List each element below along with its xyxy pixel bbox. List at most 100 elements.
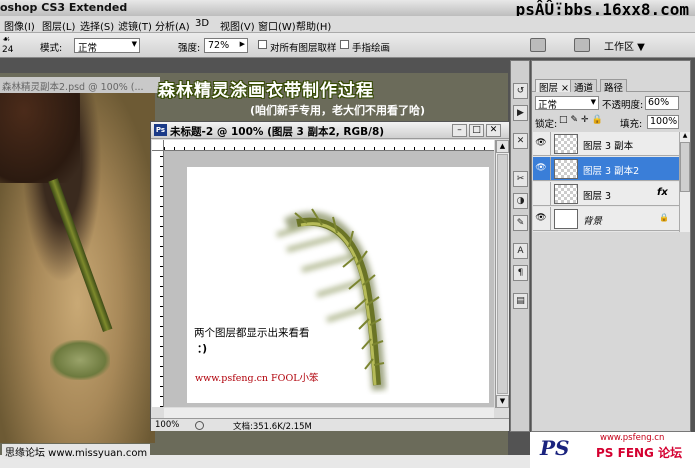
- footer-site-name: PS FENG 论坛: [596, 446, 683, 460]
- lock-label: 锁定:: [535, 119, 558, 130]
- canvas-smiley: ：): [197, 343, 208, 355]
- info-icon[interactable]: ◑: [513, 193, 528, 209]
- ruler-corner: [152, 140, 164, 151]
- strength-input[interactable]: 72% ▶: [204, 38, 248, 53]
- panel-dock-strip: ↺ ▶ ✕ ✂ ◑ ✎ A ¶ ▤: [510, 60, 530, 432]
- chevron-down-icon: ▼: [131, 40, 137, 48]
- tab-channels[interactable]: 通道: [570, 79, 598, 94]
- feather-sash-image: [276, 208, 386, 391]
- menu-view[interactable]: 视图(V): [220, 18, 255, 33]
- minimize-button[interactable]: –: [452, 124, 467, 137]
- sample-all-label: 对所有图层取样: [270, 43, 337, 54]
- blend-mode-value: 正常: [538, 100, 558, 111]
- menu-3d[interactable]: 3D: [195, 18, 209, 29]
- eye-icon[interactable]: 👁: [535, 163, 547, 174]
- menu-layer[interactable]: 图层(L): [42, 18, 75, 33]
- layer-thumbnail: [554, 159, 578, 179]
- banner-title: 森林精灵涂画衣带制作过程: [158, 81, 374, 101]
- layer-thumbnail: [554, 209, 578, 229]
- layer-comps-icon[interactable]: ▤: [513, 293, 528, 309]
- footer-url: www.psfeng.cn: [600, 433, 665, 443]
- layer-name: 图层 3 副本: [583, 141, 634, 152]
- eye-icon[interactable]: 👁: [535, 138, 547, 149]
- layer-row[interactable]: 👁 背景 🔒: [533, 207, 679, 231]
- finger-paint-label: 手指绘画: [352, 43, 391, 54]
- layer-row[interactable]: 图层 3 fx: [533, 182, 679, 206]
- menu-image[interactable]: 图像(I): [4, 18, 35, 33]
- horizontal-ruler[interactable]: [164, 140, 494, 151]
- brush-size: 24: [2, 45, 14, 55]
- background-document-title[interactable]: 森林精灵副本2.psd @ 100% (...: [0, 77, 160, 93]
- mode-select[interactable]: 正常 ▼: [74, 38, 140, 54]
- mode-label: 模式:: [40, 43, 63, 54]
- document-window: Ps 未标题-2 @ 100% (图层 3 副本2, RGB/8) – □ ✕: [150, 121, 510, 432]
- status-icon[interactable]: [195, 421, 204, 430]
- mode-value: 正常: [78, 43, 98, 54]
- menu-bar: 图像(I) 图层(L) 选择(S) 滤镜(T) 分析(A) 3D 视图(V) 窗…: [0, 16, 695, 33]
- tool-presets-icon[interactable]: ✕: [513, 133, 528, 149]
- menu-help[interactable]: 帮助(H): [296, 18, 331, 33]
- blend-mode-select[interactable]: 正常 ▼: [535, 96, 599, 111]
- bridge-icon[interactable]: [574, 38, 590, 52]
- strength-value: 72%: [208, 40, 230, 51]
- fill-label: 填充:: [620, 119, 643, 130]
- workspace-button[interactable]: 工作区 ▼: [604, 38, 645, 53]
- layer-row[interactable]: 👁 图层 3 副本: [533, 132, 679, 156]
- scroll-up-icon[interactable]: ▲: [680, 132, 690, 142]
- title-bar: oshop CS3 Extended psÂÛ̈:bbs.16xx8.com: [0, 0, 695, 19]
- eye-hidden-slot[interactable]: [535, 188, 547, 199]
- layer-row-selected[interactable]: 👁 图层 3 副本2: [533, 157, 679, 181]
- ps-icon: Ps: [154, 124, 167, 136]
- document-title: 未标题-2 @ 100% (图层 3 副本2, RGB/8): [170, 126, 385, 138]
- canvas-area: 两个图层都显示出来看看 ：) www.psfeng.cn FOOL小笨: [164, 151, 494, 407]
- fx-icon[interactable]: fx: [657, 187, 668, 198]
- panel-tabs: 图层 × 通道 路径: [532, 78, 690, 94]
- chevron-right-icon: ▶: [239, 40, 245, 48]
- scroll-down-icon[interactable]: ▼: [496, 395, 509, 408]
- photo-hair: [0, 93, 80, 183]
- close-button[interactable]: ✕: [486, 124, 501, 137]
- tab-layers[interactable]: 图层 ×: [535, 79, 573, 94]
- history-icon[interactable]: ↺: [513, 83, 528, 99]
- maximize-button[interactable]: □: [469, 124, 484, 137]
- eye-icon[interactable]: 👁: [535, 213, 547, 224]
- vertical-scrollbar[interactable]: ▲ ▼: [495, 140, 509, 408]
- layers-scrollbar[interactable]: ▲: [679, 132, 690, 232]
- opacity-label: 不透明度:: [602, 100, 644, 111]
- finger-paint-checkbox[interactable]: [340, 40, 349, 49]
- paragraph-icon[interactable]: ¶: [513, 265, 528, 281]
- footer-logo: PS www.psfeng.cn PS FENG 论坛: [530, 432, 695, 468]
- opacity-input[interactable]: 60%: [645, 96, 679, 110]
- brushes-icon[interactable]: ✎: [513, 215, 528, 231]
- smudge-icon: ☙: [2, 35, 11, 45]
- fill-input[interactable]: 100%: [647, 115, 679, 129]
- layer-name: 图层 3 副本2: [583, 166, 640, 177]
- clone-source-icon[interactable]: ✂: [513, 171, 528, 187]
- actions-icon[interactable]: ▶: [513, 105, 528, 121]
- scroll-thumb[interactable]: [497, 154, 508, 394]
- lock-icon: 🔒: [659, 213, 669, 222]
- menu-filter[interactable]: 滤镜(T): [118, 18, 152, 33]
- brushes-palette-icon[interactable]: [530, 38, 546, 52]
- vertical-ruler[interactable]: [152, 151, 164, 407]
- strength-label: 强度:: [178, 43, 201, 54]
- banner-subtitle: (咱们新手专用，老大们不用看了哈): [250, 104, 426, 117]
- layer-name: 图层 3: [583, 191, 612, 202]
- brush-preset-picker[interactable]: ☙ 24: [2, 35, 24, 56]
- character-icon[interactable]: A: [513, 243, 528, 259]
- document-size: 文档:351.6K/2.15M: [233, 422, 312, 432]
- menu-window[interactable]: 窗口(W): [258, 18, 296, 33]
- layer-name: 背景: [583, 216, 603, 227]
- zoom-level[interactable]: 100%: [155, 420, 179, 430]
- menu-select[interactable]: 选择(S): [80, 18, 114, 33]
- lock-options-icons[interactable]: □✎✛🔒: [559, 115, 606, 125]
- ps-logo: PS: [540, 436, 570, 460]
- tab-paths[interactable]: 路径: [600, 79, 628, 94]
- scroll-up-icon[interactable]: ▲: [496, 140, 509, 153]
- document-title-bar[interactable]: Ps 未标题-2 @ 100% (图层 3 副本2, RGB/8) – □ ✕: [151, 122, 509, 139]
- menu-analysis[interactable]: 分析(A): [155, 18, 190, 33]
- canvas-url-signature: www.psfeng.cn FOOL小笨: [195, 373, 319, 384]
- scroll-thumb[interactable]: [680, 142, 690, 192]
- canvas[interactable]: 两个图层都显示出来看看 ：) www.psfeng.cn FOOL小笨: [187, 167, 489, 403]
- sample-all-checkbox[interactable]: [258, 40, 267, 49]
